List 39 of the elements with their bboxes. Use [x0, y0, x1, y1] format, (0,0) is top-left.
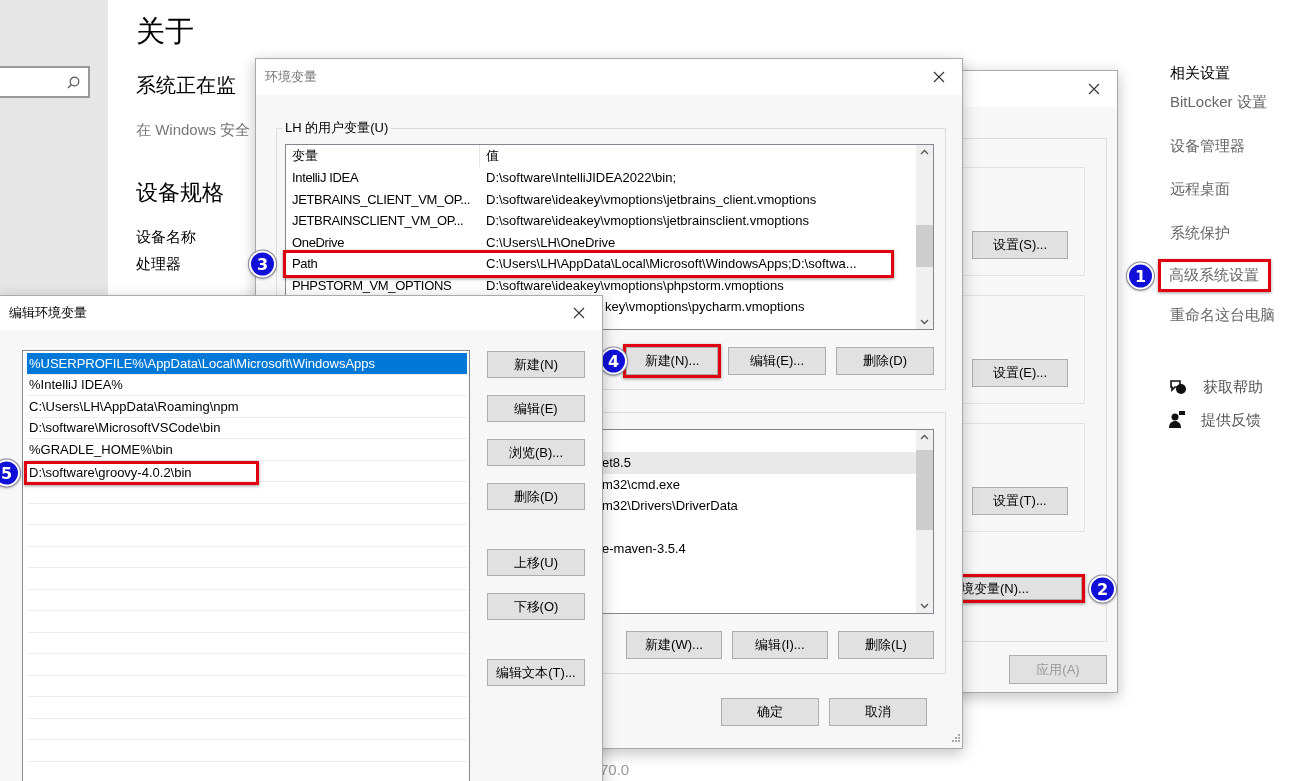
path-text: %USERPROFILE%\AppData\Local\Microsoft\WindowsApps [28, 355, 376, 371]
path-text: %GRADLE_HOME%\bin [28, 441, 173, 457]
window-title: 环境变量 [265, 68, 317, 86]
variable-value: et8.5 [602, 455, 631, 471]
variable-value: key\vmoptions\pycharm.vmoptions [605, 299, 805, 315]
variable-name: JETBRAINS_CLIENT_VM_OP... [291, 191, 472, 207]
path-text: %IntelliJ IDEA% [28, 377, 123, 393]
path-text: D:\software\MicrosoftVSCode\bin [28, 420, 221, 436]
variable-name: Path [291, 256, 319, 272]
step-badge: 5 [0, 459, 20, 487]
support-label: 提供反馈 [1201, 410, 1261, 430]
variable-value: e-maven-3.5.4 [602, 541, 686, 557]
variable-value: D:\software\ideakey\vmoptions\jetbrainsclient.vmoptions [486, 213, 809, 229]
variable-value: m32\cmd.exe [602, 476, 681, 492]
path-text: D:\software\groovy-4.0.2\bin [28, 465, 192, 481]
variable-name: JETBRAINSCLIENT_VM_OP... [291, 213, 465, 229]
spec-value: 70.0 [600, 761, 630, 779]
related-heading: 相关设置 [1170, 64, 1231, 83]
step-badge: 3 [249, 250, 276, 278]
spec-label: 设备名称 [136, 228, 196, 247]
variable-value: C:\Users\LH\OneDrive [486, 234, 616, 250]
support-label: 获取帮助 [1203, 377, 1263, 397]
variable-value: C:\Users\LH\AppData\Local\Microsoft\WindowsApps;D:\softwa... [486, 256, 857, 272]
variable-name: OneDrive [291, 234, 346, 250]
security-text: 在 Windows 安全 [136, 121, 251, 140]
window-title: 编辑环境变量 [9, 304, 87, 322]
step-badge: 2 [1089, 575, 1116, 602]
group-label: LH 的用户变量(U) [284, 119, 390, 137]
spec-label: 处理器 [136, 255, 181, 274]
step-badge: 1 [1127, 262, 1154, 289]
variable-value: D:\software\ideakey\vmoptions\jetbrains_client.vmoptions [486, 191, 817, 207]
variable-value: D:\software\IntelliJIDEA2022\bin; [486, 170, 677, 186]
section-heading: 设备规格 [136, 179, 224, 207]
page-title: 关于 [136, 14, 194, 49]
path-text: C:\Users\LH\AppData\Roaming\npm [28, 398, 239, 414]
variable-value: D:\software\ideakey\vmoptions\phpstorm.vmoptions [486, 277, 784, 293]
section-heading: 系统正在监 [136, 73, 236, 98]
variable-name: IntelliJ IDEA [291, 170, 360, 186]
variable-name: PHPSTORM_VM_OPTIONS [291, 277, 453, 293]
